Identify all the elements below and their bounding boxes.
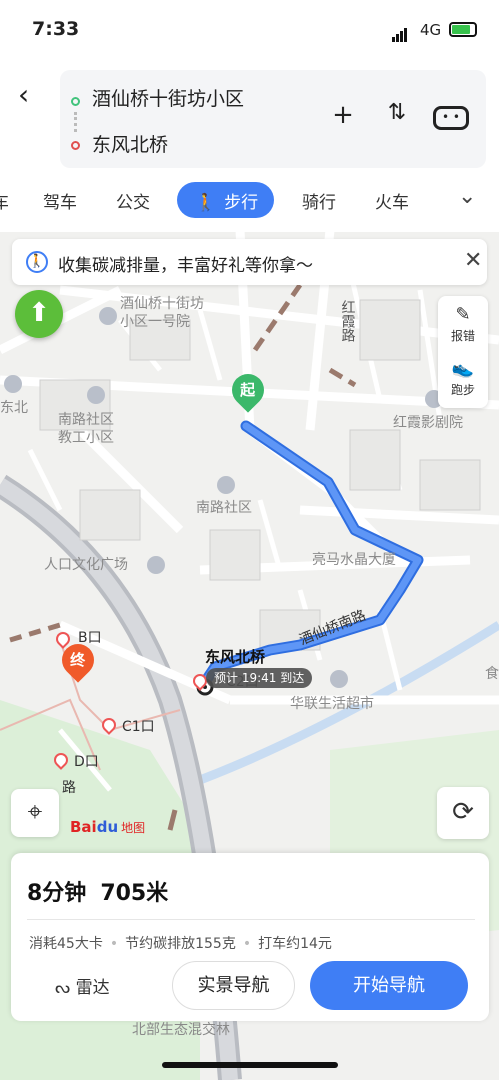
map-side-panel: ✎ 报错 👟 跑步 bbox=[438, 296, 488, 408]
radar-icon: ᔓ bbox=[55, 978, 71, 998]
radar-button[interactable]: ᔓ 雷达 bbox=[55, 973, 110, 998]
signal-icon bbox=[392, 23, 408, 42]
robot-assistant-icon[interactable]: • • bbox=[433, 106, 469, 130]
status-bar: 7:33 4G bbox=[0, 0, 499, 60]
network-type: 4G bbox=[420, 21, 442, 39]
walking-icon: 🚶 bbox=[195, 193, 217, 213]
map-label-hualian: 华联生活超市 bbox=[290, 696, 374, 712]
route-connector bbox=[74, 112, 77, 132]
ar-navigation-button[interactable]: 实景导航 bbox=[172, 961, 295, 1010]
map-label-start-area: 酒仙桥十街坊 小区一号院 bbox=[120, 296, 204, 330]
map-label-food: 食 bbox=[485, 666, 499, 682]
map-label-road-lu: 路 bbox=[62, 780, 76, 796]
tab-drive[interactable]: 驾车 bbox=[43, 188, 77, 213]
arrow-up-icon[interactable]: ⬆ bbox=[15, 290, 63, 338]
map-label-road: 红霞路 bbox=[339, 300, 356, 342]
poi-icon bbox=[147, 556, 165, 574]
tab-walk[interactable]: 🚶 步行 bbox=[177, 182, 275, 218]
carbon-banner[interactable]: 🚶 收集碳减排量，丰富好礼等你拿～ ✕ bbox=[12, 239, 487, 285]
poi-icon bbox=[330, 670, 348, 688]
poi-icon bbox=[87, 386, 105, 404]
route-stats: 消耗45大卡 • 节约碳排放155克 • 打车约14元 bbox=[29, 936, 332, 952]
route-summary-sheet: 8分钟 705米 消耗45大卡 • 节约碳排放155克 • 打车约14元 ᔓ 雷达 实景导… bbox=[11, 853, 489, 1021]
map-label-dongfeng: 东风北桥 bbox=[205, 648, 266, 666]
start-dot-icon bbox=[71, 97, 80, 106]
map-label-nanlu-school: 南路社区 教工小区 bbox=[58, 412, 114, 446]
route-duration: 8分钟 bbox=[27, 881, 87, 906]
status-time: 7:33 bbox=[32, 18, 80, 40]
divider bbox=[27, 919, 475, 920]
chevron-left-icon[interactable]: ‹ bbox=[18, 81, 44, 109]
map-label-dongbei: 东北 bbox=[0, 400, 28, 416]
map-label-renkou: 人口文化广场 bbox=[44, 557, 128, 573]
taxi-stat: 打车约14元 bbox=[258, 936, 332, 952]
transport-mode-tabs: 车 驾车 公交 🚶 步行 骑行 火车 ⌄ bbox=[0, 180, 499, 222]
run-button[interactable]: 👟 跑步 bbox=[438, 358, 488, 398]
report-button[interactable]: ✎ 报错 bbox=[438, 304, 488, 344]
baidu-logo: Baidu 地图 bbox=[70, 818, 146, 836]
poi-icon bbox=[99, 307, 117, 325]
map-label-beibu: 北部生态混交林 bbox=[132, 1022, 230, 1038]
eta-badge: 预计 19:41 到达 bbox=[206, 668, 313, 688]
banner-text: 收集碳减排量，丰富好礼等你拿～ bbox=[58, 256, 313, 276]
map-label-liangma: 亮马水晶大厦 bbox=[312, 552, 396, 568]
poi-icon bbox=[217, 476, 235, 494]
map-label-exit-c1: C1口 bbox=[122, 719, 155, 735]
edit-icon: ✎ bbox=[455, 304, 471, 325]
start-navigation-button[interactable]: 开始导航 bbox=[310, 961, 468, 1010]
home-indicator[interactable] bbox=[162, 1062, 338, 1068]
map-label-exit-d: D口 bbox=[74, 754, 99, 770]
carbon-stat: 节约碳排放155克 bbox=[125, 936, 236, 952]
route-duration-distance: 8分钟 705米 bbox=[27, 875, 182, 907]
tab-partial[interactable]: 车 bbox=[0, 188, 9, 213]
route-distance: 705米 bbox=[100, 881, 169, 906]
end-location-field[interactable]: 东风北桥 bbox=[92, 130, 168, 157]
locate-icon[interactable]: ⌖ bbox=[11, 789, 59, 837]
close-icon[interactable]: ✕ bbox=[464, 248, 482, 273]
walking-circle-icon: 🚶 bbox=[26, 251, 48, 273]
battery-icon bbox=[449, 22, 477, 37]
swap-icon[interactable]: ⇅ bbox=[380, 100, 414, 125]
tab-transit[interactable]: 公交 bbox=[116, 188, 150, 213]
tab-bike[interactable]: 骑行 bbox=[302, 188, 336, 213]
refresh-icon[interactable]: ⟳ bbox=[437, 787, 489, 839]
calories-stat: 消耗45大卡 bbox=[29, 936, 103, 952]
map-label-hongxia-theater: 红霞影剧院 bbox=[393, 415, 463, 431]
route-inputs: 酒仙桥十街坊小区 东风北桥 bbox=[60, 70, 486, 168]
tab-train[interactable]: 火车 bbox=[375, 188, 409, 213]
shoe-icon: 👟 bbox=[451, 358, 475, 379]
poi-icon bbox=[4, 375, 22, 393]
route-header: ‹ 酒仙桥十街坊小区 东风北桥 + ⇅ • • 车 驾车 公交 🚶 步行 骑行 火… bbox=[0, 60, 499, 232]
map-label-nanlu: 南路社区 bbox=[196, 500, 252, 516]
chevron-down-icon[interactable]: ⌄ bbox=[458, 184, 476, 209]
end-dot-icon bbox=[71, 141, 80, 150]
start-location-field[interactable]: 酒仙桥十街坊小区 bbox=[92, 84, 244, 111]
plus-icon[interactable]: + bbox=[326, 100, 360, 130]
